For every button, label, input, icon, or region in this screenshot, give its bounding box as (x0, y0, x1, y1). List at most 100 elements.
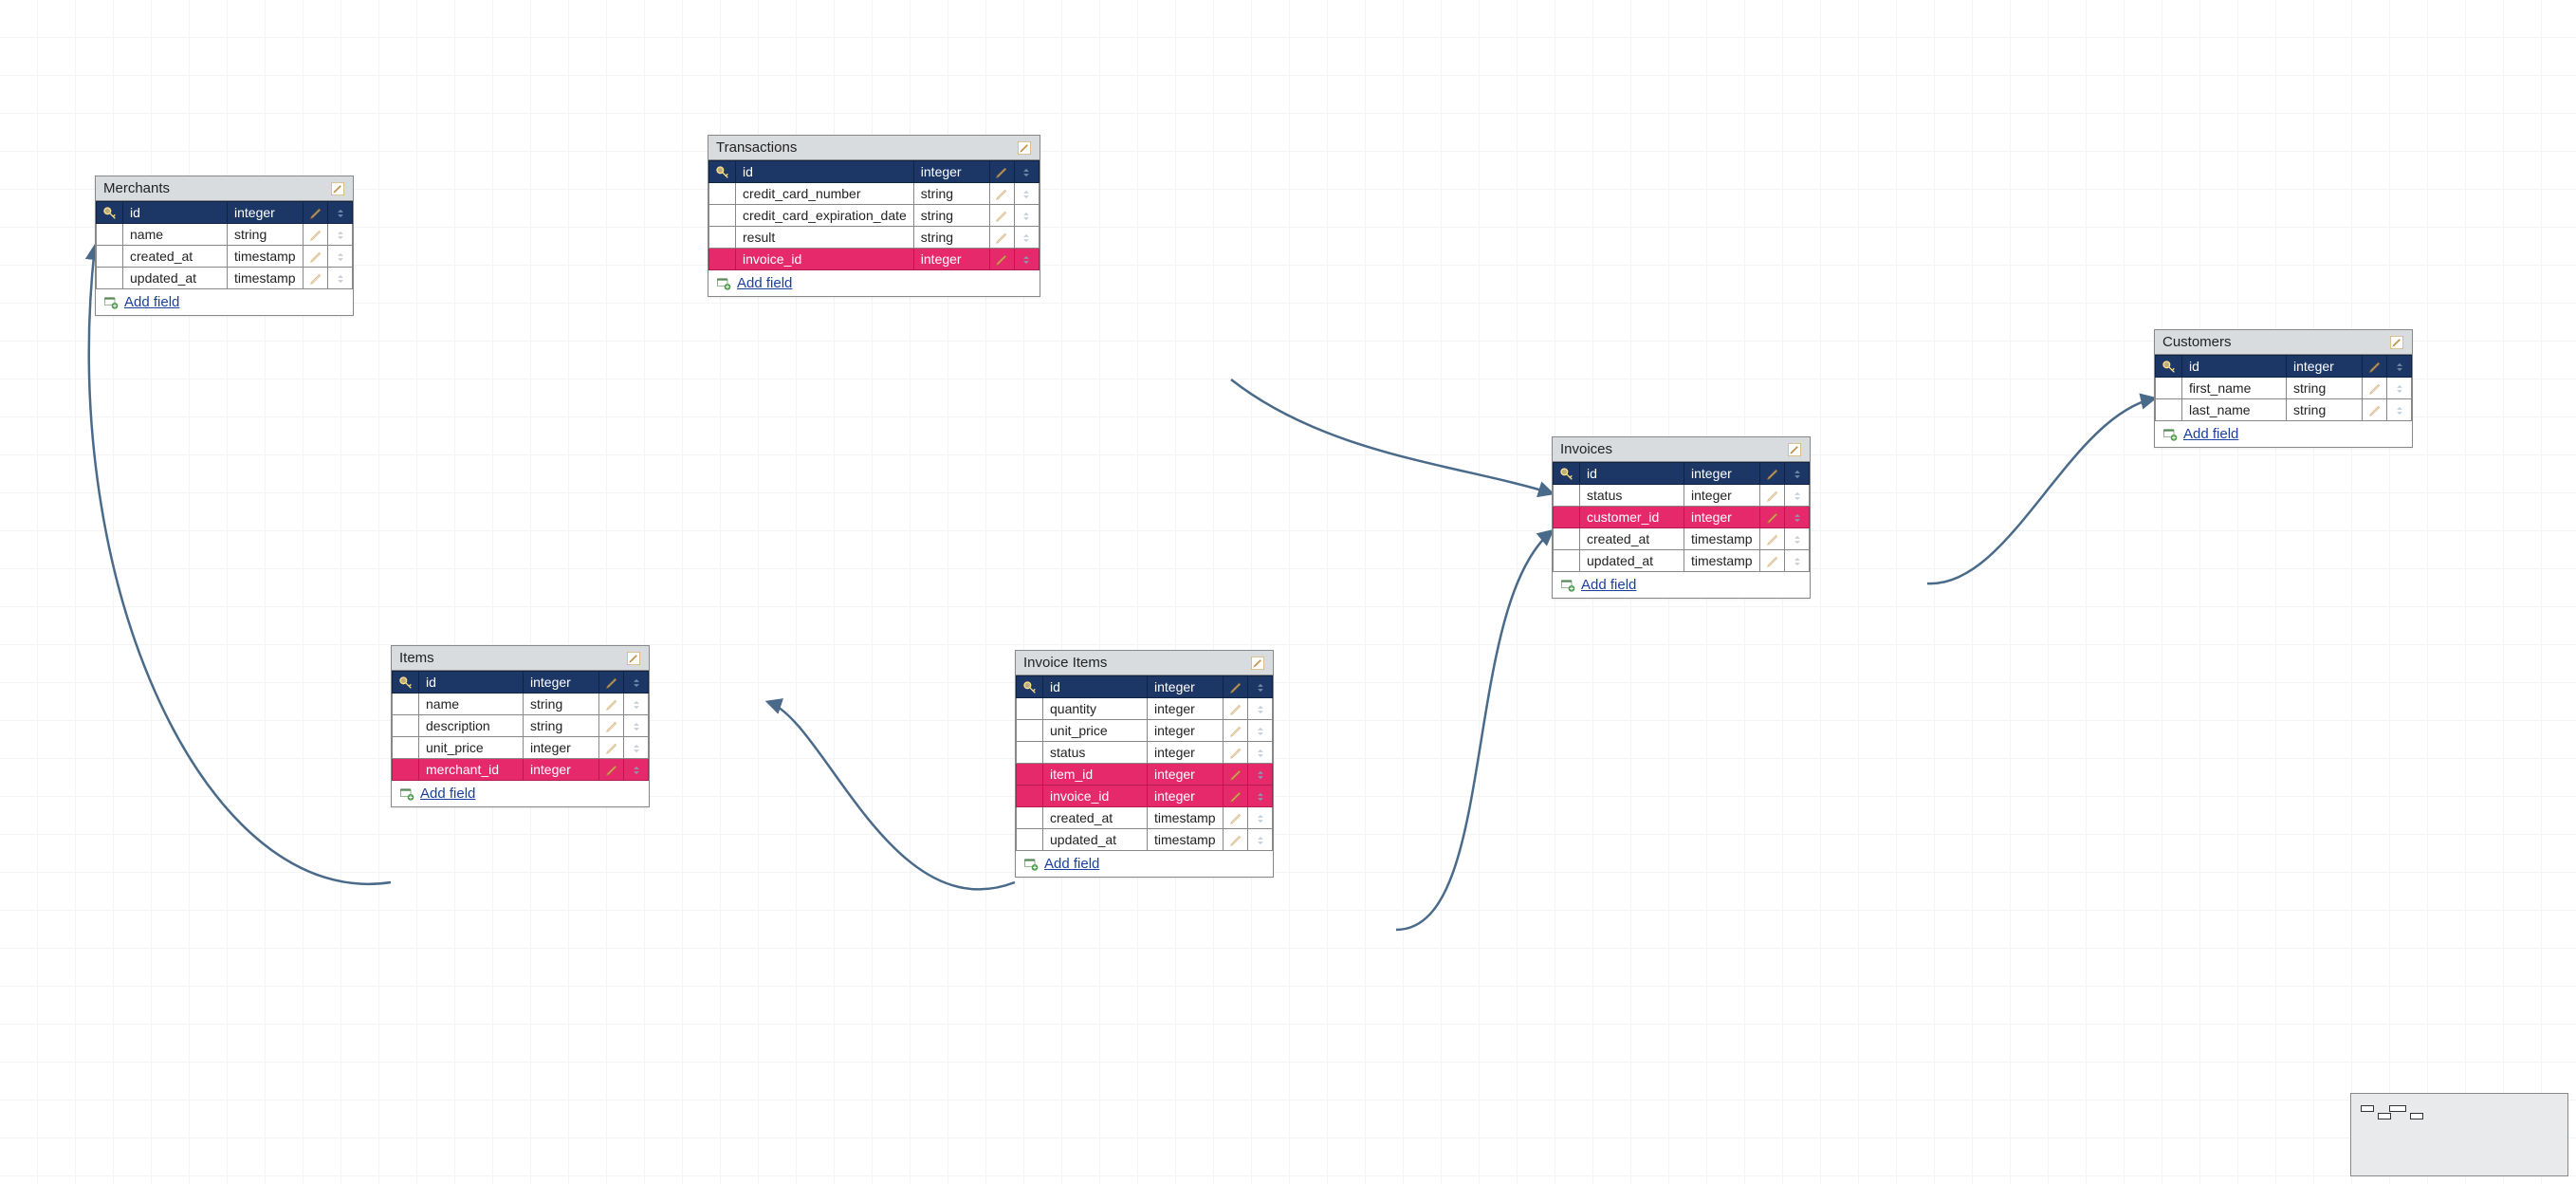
edit-field-button[interactable] (1760, 485, 1785, 507)
connector[interactable] (1396, 531, 1552, 930)
field-row[interactable]: statusinteger (1554, 485, 1810, 507)
add-field-link[interactable]: Add field (420, 786, 475, 802)
edit-field-button[interactable] (2363, 378, 2387, 399)
reorder-field-handle[interactable] (1248, 720, 1273, 742)
field-row[interactable]: created_attimestamp (1017, 807, 1273, 829)
edit-field-button[interactable] (304, 224, 328, 246)
field-row[interactable]: idinteger (709, 161, 1040, 183)
entity-invoice_items[interactable]: Invoice Items idinteger quantityinteger … (1015, 650, 1274, 878)
connector[interactable] (1927, 398, 2154, 583)
field-row[interactable]: statusinteger (1017, 742, 1273, 764)
edit-field-button[interactable] (1224, 698, 1248, 720)
field-row[interactable]: invoice_idinteger (1017, 786, 1273, 807)
minimap[interactable] (2350, 1093, 2568, 1176)
reorder-field-handle[interactable] (624, 759, 649, 781)
reorder-field-handle[interactable] (1248, 786, 1273, 807)
reorder-field-handle[interactable] (1014, 183, 1039, 205)
field-row[interactable]: merchant_idinteger (393, 759, 649, 781)
edit-entity-icon[interactable] (1787, 442, 1802, 457)
edit-field-button[interactable] (1760, 528, 1785, 550)
entity-customers[interactable]: Customers idinteger first_namestring las… (2154, 329, 2413, 448)
field-row[interactable]: updated_attimestamp (97, 268, 353, 289)
field-row[interactable]: unit_priceinteger (393, 737, 649, 759)
field-row[interactable]: updated_attimestamp (1017, 829, 1273, 851)
edit-field-button[interactable] (2363, 356, 2387, 378)
reorder-field-handle[interactable] (1248, 807, 1273, 829)
field-row[interactable]: invoice_idinteger (709, 249, 1040, 270)
reorder-field-handle[interactable] (1248, 698, 1273, 720)
entity-title[interactable]: Items (392, 646, 649, 671)
field-row[interactable]: idinteger (1554, 463, 1810, 485)
edit-field-button[interactable] (1224, 720, 1248, 742)
edit-field-button[interactable] (1760, 550, 1785, 572)
add-field-link[interactable]: Add field (2183, 426, 2238, 442)
diagram-canvas[interactable]: Merchants idinteger namestring created_a… (0, 0, 2576, 1184)
edit-field-button[interactable] (304, 246, 328, 268)
reorder-field-handle[interactable] (1248, 742, 1273, 764)
edit-field-button[interactable] (989, 183, 1014, 205)
field-row[interactable]: idinteger (2156, 356, 2412, 378)
field-row[interactable]: descriptionstring (393, 715, 649, 737)
reorder-field-handle[interactable] (328, 268, 353, 289)
field-row[interactable]: first_namestring (2156, 378, 2412, 399)
field-row[interactable]: created_attimestamp (1554, 528, 1810, 550)
field-row[interactable]: created_attimestamp (97, 246, 353, 268)
field-row[interactable]: last_namestring (2156, 399, 2412, 421)
reorder-field-handle[interactable] (624, 737, 649, 759)
edit-field-button[interactable] (599, 694, 624, 715)
reorder-field-handle[interactable] (624, 672, 649, 694)
add-field-link[interactable]: Add field (1044, 856, 1099, 872)
entity-title[interactable]: Invoice Items (1016, 651, 1273, 675)
entity-title[interactable]: Customers (2155, 330, 2412, 355)
entity-items[interactable]: Items idinteger namestring descriptionst… (391, 645, 650, 807)
connector[interactable] (1231, 379, 1552, 493)
edit-field-button[interactable] (1224, 742, 1248, 764)
entity-title[interactable]: Merchants (96, 176, 353, 201)
add-field-link[interactable]: Add field (737, 275, 792, 291)
edit-field-button[interactable] (989, 205, 1014, 227)
entity-title[interactable]: Invoices (1553, 437, 1810, 462)
entity-invoices[interactable]: Invoices idinteger statusinteger custome… (1552, 436, 1811, 599)
add-field-link[interactable]: Add field (1581, 577, 1636, 593)
edit-field-button[interactable] (989, 249, 1014, 270)
edit-field-button[interactable] (989, 227, 1014, 249)
edit-field-button[interactable] (599, 715, 624, 737)
field-row[interactable]: customer_idinteger (1554, 507, 1810, 528)
connector[interactable] (768, 702, 1015, 889)
edit-field-button[interactable] (304, 202, 328, 224)
entity-merchants[interactable]: Merchants idinteger namestring created_a… (95, 176, 354, 316)
reorder-field-handle[interactable] (328, 202, 353, 224)
reorder-field-handle[interactable] (1014, 249, 1039, 270)
edit-field-button[interactable] (599, 672, 624, 694)
reorder-field-handle[interactable] (1248, 829, 1273, 851)
reorder-field-handle[interactable] (2387, 356, 2412, 378)
edit-field-button[interactable] (1224, 786, 1248, 807)
reorder-field-handle[interactable] (1248, 764, 1273, 786)
field-row[interactable]: idinteger (1017, 676, 1273, 698)
edit-entity-icon[interactable] (2389, 335, 2404, 350)
edit-field-button[interactable] (1224, 676, 1248, 698)
field-row[interactable]: unit_priceinteger (1017, 720, 1273, 742)
edit-field-button[interactable] (989, 161, 1014, 183)
edit-field-button[interactable] (1224, 829, 1248, 851)
field-row[interactable]: namestring (393, 694, 649, 715)
field-row[interactable]: quantityinteger (1017, 698, 1273, 720)
reorder-field-handle[interactable] (1785, 550, 1810, 572)
field-row[interactable]: resultstring (709, 227, 1040, 249)
field-row[interactable]: credit_card_expiration_datestring (709, 205, 1040, 227)
field-row[interactable]: idinteger (97, 202, 353, 224)
edit-entity-icon[interactable] (626, 651, 641, 666)
edit-field-button[interactable] (1224, 807, 1248, 829)
field-row[interactable]: namestring (97, 224, 353, 246)
entity-transactions[interactable]: Transactions idinteger credit_card_numbe… (708, 135, 1040, 297)
reorder-field-handle[interactable] (328, 246, 353, 268)
edit-entity-icon[interactable] (330, 181, 345, 196)
reorder-field-handle[interactable] (1014, 161, 1039, 183)
reorder-field-handle[interactable] (1785, 485, 1810, 507)
edit-field-button[interactable] (599, 737, 624, 759)
entity-title[interactable]: Transactions (708, 136, 1040, 160)
reorder-field-handle[interactable] (1014, 227, 1039, 249)
reorder-field-handle[interactable] (624, 694, 649, 715)
reorder-field-handle[interactable] (1014, 205, 1039, 227)
reorder-field-handle[interactable] (1248, 676, 1273, 698)
